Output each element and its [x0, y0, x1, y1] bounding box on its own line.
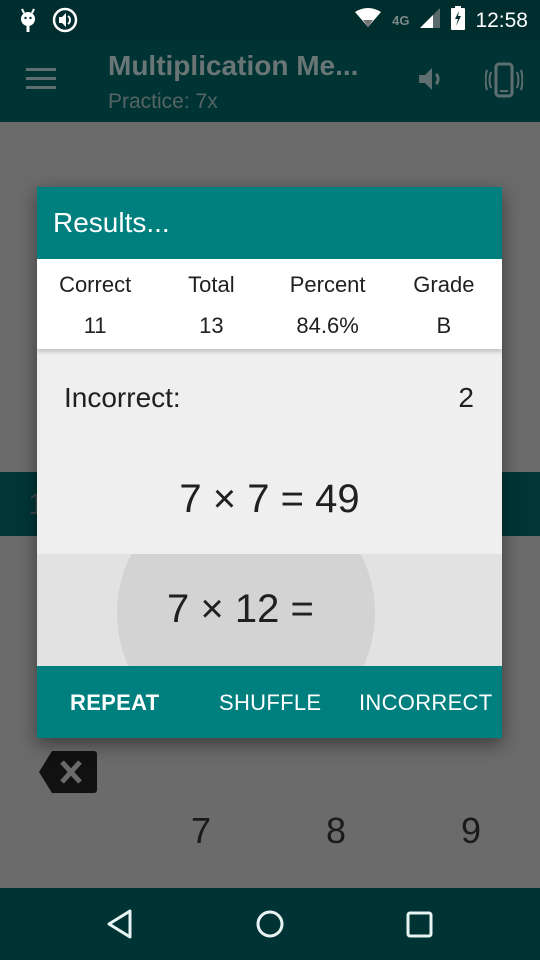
- android-debug-icon: [18, 7, 38, 38]
- dialog-actions: REPEAT SHUFFLE INCORRECT: [37, 666, 502, 738]
- incorrect-label: Incorrect:: [64, 382, 181, 413]
- stat-correct: Correct 11: [37, 259, 153, 349]
- stat-value: 11: [83, 313, 107, 338]
- keypad-key-8[interactable]: 8: [306, 810, 366, 852]
- stat-label: Grade: [413, 272, 475, 297]
- stat-percent: Percent 84.6%: [270, 259, 386, 349]
- navigation-bar: [0, 888, 540, 960]
- repeat-button[interactable]: REPEAT: [70, 690, 159, 716]
- app-title: Multiplication Me...: [108, 50, 359, 81]
- keypad-key-7[interactable]: 7: [171, 810, 231, 852]
- clock: 12:58: [475, 8, 528, 32]
- stat-value: 84.6%: [296, 313, 359, 338]
- keypad-row: 7 8 9: [0, 810, 540, 854]
- keypad-key-9[interactable]: 9: [441, 810, 501, 852]
- stat-grade: Grade B: [386, 259, 502, 349]
- backspace-icon[interactable]: [38, 750, 98, 799]
- incorrect-row: Incorrect: 2: [64, 382, 474, 414]
- stat-label: Percent: [289, 272, 366, 297]
- app-subtitle: Practice: 7x: [108, 90, 218, 113]
- shuffle-button[interactable]: SHUFFLE: [219, 690, 321, 716]
- stat-label: Total: [188, 272, 235, 297]
- volume-notification-icon: [52, 7, 78, 38]
- screen: 4G 12:58 Multiplication Me... Practice: …: [0, 0, 540, 960]
- app-bar: Multiplication Me... Practice: 7x: [0, 40, 540, 122]
- current-problem-area[interactable]: 7 × 12 =: [37, 554, 502, 666]
- incorrect-count: 2: [458, 382, 474, 413]
- stat-total: Total 13: [153, 259, 269, 349]
- wifi-icon: [354, 8, 382, 33]
- current-problem: 7 × 12 =: [167, 587, 314, 631]
- back-icon[interactable]: [106, 908, 134, 945]
- recents-icon[interactable]: [405, 908, 435, 945]
- cell-signal-icon: [419, 7, 441, 34]
- lte-data-icon: 4G: [392, 13, 410, 28]
- volume-icon[interactable]: [416, 64, 446, 99]
- stat-label: Correct: [59, 272, 132, 297]
- dialog-title: Results...: [53, 207, 170, 238]
- stats-panel: Correct 11 Total 13 Percent 84.6% Grade …: [37, 259, 502, 349]
- status-bar: 4G 12:58: [0, 0, 540, 40]
- dialog-header: Results...: [37, 187, 502, 259]
- stat-value: 13: [199, 313, 224, 338]
- battery-charging-icon: [451, 6, 466, 35]
- answered-problem: 7 × 7 = 49: [179, 477, 360, 521]
- home-icon[interactable]: [255, 908, 285, 945]
- menu-icon[interactable]: [26, 68, 56, 92]
- stat-value: B: [436, 313, 452, 338]
- incorrect-button[interactable]: INCORRECT: [359, 690, 492, 716]
- vibrate-icon[interactable]: [484, 62, 524, 103]
- results-dialog: Results... Correct 11 Total 13 Percent 8…: [37, 187, 502, 738]
